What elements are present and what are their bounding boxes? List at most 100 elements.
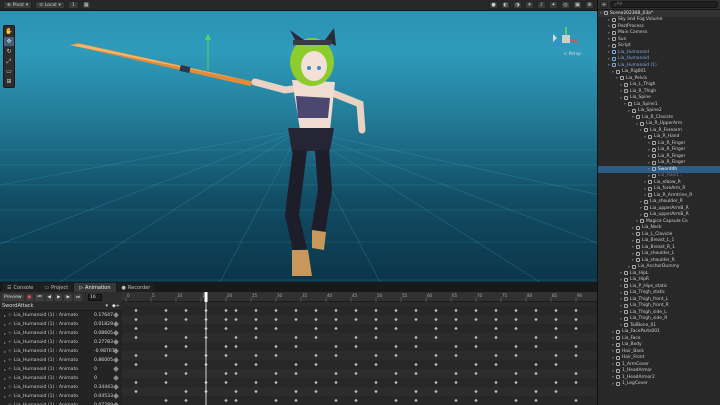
ruler-tick-label: 60 <box>427 293 433 298</box>
2d-toggle-icon[interactable]: ◑ <box>513 1 522 9</box>
keyframe-diamond-icon[interactable] <box>113 384 119 390</box>
expand-arrow-icon[interactable]: ▸ <box>4 313 6 318</box>
ruler-tick-label: 20 <box>227 293 233 298</box>
keyframe-diamond-icon[interactable] <box>113 357 119 363</box>
first-frame-button[interactable]: ⏮ <box>35 293 44 301</box>
hierarchy-item-label: 1_HeadArmor2 <box>622 374 655 380</box>
pivot-toggle[interactable]: ⊕ Pivot ▾ <box>3 1 33 9</box>
next-frame-button[interactable]: ▶ <box>64 293 72 301</box>
hierarchy-item-label: Lia_Body <box>622 342 642 348</box>
expand-arrow-icon[interactable]: ▸ <box>4 349 6 354</box>
space-toggle[interactable]: ⊙ Local ▾ <box>35 1 65 9</box>
property-row[interactable]: ▸ ⊹ Lia_Humanoid (1) : Animato 0.17647 <box>0 311 122 320</box>
property-row[interactable]: ▸ ⊹ Lia_Humanoid (1) : Animato -0.98707 <box>0 347 122 356</box>
move-tool-icon[interactable]: ✥ <box>4 37 14 46</box>
scale-tool-icon[interactable]: ⤢ <box>4 57 14 66</box>
property-row[interactable]: ▸ ⊹ Lia_Humanoid (1) : Animato 0.04533 <box>0 392 122 401</box>
expand-arrow-icon[interactable]: ▸ <box>4 331 6 336</box>
clip-selector[interactable]: SwordAttack ▾ ◆+ <box>0 302 122 311</box>
property-value[interactable]: 0 <box>94 376 112 381</box>
property-row[interactable]: ▸ ⊹ Lia_Humanoid (1) : Animato 0 <box>0 374 122 383</box>
property-value[interactable]: 0 <box>94 367 112 372</box>
dopesheet[interactable] <box>122 302 597 405</box>
hierarchy-item-label: Lia_L_Clavicle <box>642 231 673 237</box>
lighting-icon[interactable]: ☀ <box>525 1 534 9</box>
play-button[interactable]: ▶ <box>55 293 63 301</box>
grid-snap-field[interactable]: 1 <box>67 1 79 9</box>
add-keyframe-icon[interactable]: ◆+ <box>112 303 120 309</box>
property-row[interactable]: ▸ ⊹ Lia_Humanoid (1) : Animato 0 <box>0 365 122 374</box>
add-icon[interactable]: + <box>600 1 608 8</box>
scene-view[interactable]: ⊕ Pivot ▾ ⊙ Local ▾ 1 ▦ ● ◐ ◑ ☀ ♪ ✦ ◎ ▣ … <box>0 0 597 282</box>
property-value[interactable]: 0.27783 <box>94 340 113 345</box>
sword-graphic <box>70 43 255 86</box>
grid-icon[interactable]: ▦ <box>81 1 91 9</box>
hierarchy-item-label: Lia_shoulder_L <box>642 251 675 257</box>
gameobject-icon <box>640 219 644 224</box>
tab-console[interactable]: ☰ Console <box>2 283 39 292</box>
timeline-ruler[interactable]: 051015202530354045505560657075808590 <box>122 292 597 302</box>
ruler-tick-label: 50 <box>377 293 383 298</box>
gameobject-icon <box>624 284 628 289</box>
audio-icon[interactable]: ♪ <box>537 1 546 9</box>
gameobject-icon <box>616 342 620 347</box>
wireframe-icon[interactable]: ◐ <box>501 1 510 9</box>
hidden-objects-icon[interactable]: ◎ <box>561 1 570 9</box>
timeline[interactable]: 051015202530354045505560657075808590 <box>122 292 597 405</box>
hierarchy-search-input[interactable]: ⌕ All <box>610 1 718 8</box>
keyframe-diamond-icon[interactable] <box>113 393 119 399</box>
last-frame-button[interactable]: ⏭ <box>73 293 82 301</box>
expand-arrow-icon[interactable]: ▸ <box>4 340 6 345</box>
gameobject-icon <box>612 50 616 55</box>
dopesheet-row <box>122 324 597 333</box>
orientation-gizmo[interactable] <box>551 24 581 54</box>
keyframe-diamond-icon[interactable] <box>113 375 119 381</box>
gizmos-icon[interactable]: ⊕ <box>585 1 594 9</box>
expand-arrow-icon[interactable]: ▸ <box>4 394 6 399</box>
property-row[interactable]: ▸ ⊹ Lia_Humanoid (1) : Animato 0.27783 <box>0 338 122 347</box>
property-row[interactable]: ▸ ⊹ Lia_Humanoid (1) : Animato 0.08605 <box>0 329 122 338</box>
property-value[interactable]: 0.04533 <box>94 394 113 399</box>
property-value[interactable]: 0.34443 <box>94 385 113 390</box>
effects-icon[interactable]: ✦ <box>549 1 558 9</box>
gameobject-icon <box>612 43 616 48</box>
property-value[interactable]: 0.86005 <box>94 358 113 363</box>
hierarchy-item-label: Sky and Fog Volume <box>618 17 663 23</box>
record-button[interactable]: ● <box>25 293 34 301</box>
property-value[interactable]: 0.17647 <box>94 313 113 318</box>
perspective-label[interactable]: < Persp <box>563 52 581 57</box>
expand-arrow-icon[interactable]: ▸ <box>4 358 6 363</box>
property-row[interactable]: ▸ ⊹ Lia_Humanoid (1) : Animato 0.34443 <box>0 383 122 392</box>
property-row[interactable]: ▸ ⊹ Lia_Humanoid (1) : Animato 0.07289 <box>0 401 122 405</box>
keyframe-diamond-icon[interactable] <box>113 366 119 372</box>
tab-project[interactable]: ▭ Project <box>39 283 74 292</box>
gameobject-icon <box>632 264 636 269</box>
keyframe-diamond-icon[interactable] <box>113 339 119 345</box>
rotate-tool-icon[interactable]: ↻ <box>4 47 14 56</box>
rect-tool-icon[interactable]: ▭ <box>4 67 14 76</box>
tab-animation[interactable]: ▷ Animation <box>74 283 116 292</box>
hierarchy-item[interactable]: ▾ 1_LegCover <box>598 381 720 388</box>
shading-mode-icon[interactable]: ● <box>489 1 498 9</box>
camera-icon[interactable]: ▣ <box>573 1 582 9</box>
prev-frame-button[interactable]: ◀ <box>45 293 53 301</box>
expand-arrow-icon[interactable]: ▸ <box>4 376 6 381</box>
transform-tool-icon[interactable]: ⊞ <box>4 77 14 86</box>
property-value[interactable]: -0.98707 <box>94 349 115 354</box>
hand-tool-icon[interactable]: ✋ <box>4 27 14 36</box>
expand-arrow-icon[interactable]: ▸ <box>4 322 6 327</box>
keyframe-diamond-icon[interactable] <box>113 321 119 327</box>
keyframe-diamond-icon[interactable] <box>113 330 119 336</box>
gameobject-icon <box>636 245 640 250</box>
gameobject-icon <box>612 63 616 68</box>
expand-arrow-icon[interactable]: ▸ <box>4 367 6 372</box>
preview-button[interactable]: Preview <box>2 293 24 301</box>
keyframe-diamond-icon[interactable] <box>113 312 119 318</box>
property-row[interactable]: ▸ ⊹ Lia_Humanoid (1) : Animato 0.01829 <box>0 320 122 329</box>
property-value[interactable]: 0.01829 <box>94 322 113 327</box>
frame-field[interactable]: 16 <box>88 293 102 301</box>
tab-recorder[interactable]: ● Recorder <box>116 283 156 292</box>
property-row[interactable]: ▸ ⊹ Lia_Humanoid (1) : Animato 0.86005 <box>0 356 122 365</box>
property-value[interactable]: 0.08605 <box>94 331 113 336</box>
expand-arrow-icon[interactable]: ▸ <box>4 385 6 390</box>
